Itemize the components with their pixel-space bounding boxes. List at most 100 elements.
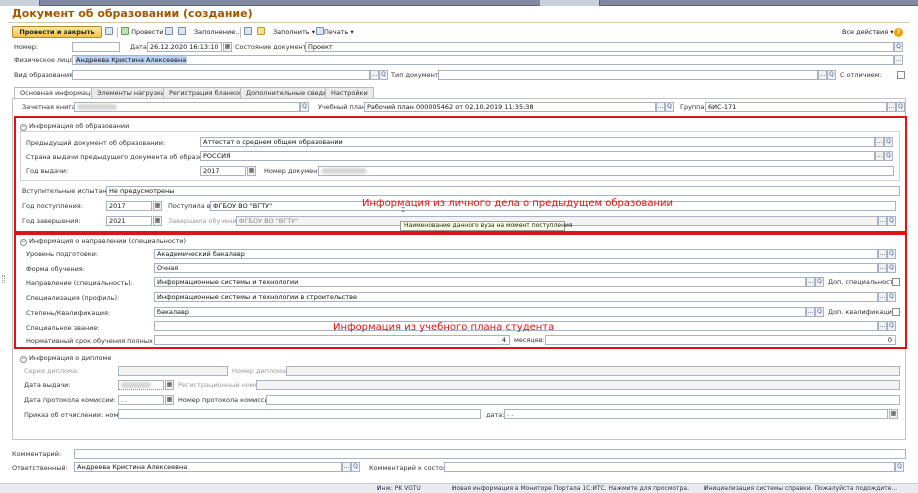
fill-dropdown[interactable]: Заполнить ▾ [273, 27, 315, 38]
country-search-button[interactable]: Q [884, 151, 893, 161]
edu-type-search-button[interactable]: Q [379, 70, 388, 80]
copy-button[interactable] [165, 27, 173, 38]
specialization-search-button[interactable]: Q [887, 292, 896, 302]
graduation-year-field[interactable]: 2021 [106, 216, 152, 226]
report-button[interactable] [244, 27, 252, 38]
comment-field[interactable] [74, 449, 906, 459]
group-field[interactable]: 6ИС-171 [705, 102, 887, 112]
post-and-close-button[interactable]: Провести и закрыть [12, 26, 102, 38]
save-button[interactable] [105, 27, 113, 38]
list-button[interactable] [178, 27, 186, 38]
expulsion-date-field[interactable]: . . [504, 409, 888, 419]
state-comment-field[interactable] [444, 462, 895, 472]
tab-settings[interactable]: Настройки [325, 87, 374, 98]
prev-doc-select-button[interactable]: ... [875, 137, 884, 147]
person-select-button[interactable]: ... [894, 55, 903, 65]
print-dropdown[interactable]: Печать ▾ [316, 27, 354, 38]
state-comment-search-button[interactable]: Q [895, 462, 904, 472]
finished-at-select-button[interactable]: ... [878, 216, 887, 226]
panel-splitter[interactable] [2, 275, 5, 283]
admission-year-calendar-button[interactable]: ▦ [153, 201, 162, 211]
degree-select-button[interactable]: ... [806, 307, 815, 317]
duration-months-field[interactable]: 0 [545, 335, 896, 345]
graduation-year-calendar-button[interactable]: ▦ [153, 216, 162, 226]
doc-state-field[interactable]: Проект [305, 42, 894, 52]
study-plan-field[interactable]: Рабочий план 000005462 от 02.10.2019 11:… [364, 102, 656, 112]
fill-in-button[interactable]: Заполнение... [194, 27, 241, 38]
edu-type-field[interactable] [72, 70, 370, 80]
specialization-field[interactable]: Информационные системы и технологии в ст… [154, 292, 878, 302]
duration-years-field[interactable]: 4 [154, 335, 510, 345]
study-form-field[interactable]: Очная [154, 263, 878, 273]
study-form-search-button[interactable]: Q [887, 263, 896, 273]
study-form-select-button[interactable]: ... [878, 263, 887, 273]
tab-blank-registration[interactable]: Регистрация бланков [163, 87, 249, 98]
responsible-field[interactable]: Андреева Кристина Алексеевна [74, 462, 342, 472]
level-select-button[interactable]: ... [878, 249, 887, 259]
issue-year-field[interactable]: 2017 [200, 166, 246, 176]
extra-qualification-checkbox[interactable] [892, 308, 900, 316]
entrance-exams-field[interactable]: Не предусмотрены [106, 186, 900, 196]
app-tab[interactable] [0, 0, 40, 6]
direction-select-button[interactable]: ... [806, 277, 815, 287]
expulsion-order-number-field[interactable] [118, 409, 481, 419]
doc-type-select-button[interactable]: ... [818, 70, 827, 80]
person-field[interactable]: Андреева Кристина Алексеевна [72, 55, 894, 65]
study-plan-search-button[interactable]: Q [665, 102, 674, 112]
finished-at-search-button[interactable]: Q [887, 216, 896, 226]
issue-date-field[interactable] [118, 380, 164, 390]
direction-search-button[interactable]: Q [815, 277, 824, 287]
issue-year-calendar-button[interactable]: ▦ [247, 166, 256, 176]
expulsion-date-calendar-button[interactable]: ▦ [889, 409, 898, 419]
commission-number-field[interactable] [266, 395, 900, 405]
calendar-button[interactable]: ▦ [223, 42, 232, 52]
app-tab[interactable] [540, 0, 600, 6]
group-search-button[interactable]: Q [896, 102, 905, 112]
reg-number-label: Регистрационный номер: [178, 381, 266, 389]
post-button[interactable]: Провести [121, 27, 163, 38]
user-button[interactable] [257, 27, 265, 38]
degree-search-button[interactable]: Q [815, 307, 824, 317]
diploma-info-group-header[interactable]: − Информация о дипломе [20, 353, 111, 363]
direction-info-group-header[interactable]: − Информация о направлении (специальности… [20, 236, 186, 246]
number-field[interactable] [72, 42, 120, 52]
date-field[interactable]: 26.12.2020 16:13:10 [147, 42, 222, 52]
edu-type-select-button[interactable]: ... [370, 70, 379, 80]
admission-year-field[interactable]: 2017 [106, 201, 152, 211]
help-button[interactable]: ? [894, 27, 903, 38]
all-actions-menu[interactable]: Все действия ▾ [842, 27, 894, 38]
record-book-field[interactable] [74, 102, 300, 112]
study-plan-select-button[interactable]: ... [656, 102, 665, 112]
responsible-select-button[interactable]: ... [342, 462, 351, 472]
doc-type-field[interactable] [438, 70, 818, 80]
commission-date-calendar-button[interactable]: ▦ [165, 395, 174, 405]
doc-number-field[interactable] [318, 166, 894, 176]
specialization-select-button[interactable]: ... [878, 292, 887, 302]
with-distinction-checkbox[interactable] [897, 71, 905, 79]
prev-doc-search-button[interactable]: Q [884, 137, 893, 147]
group-select-button[interactable]: ... [887, 102, 896, 112]
degree-label: Степень/Квалификация: [26, 309, 111, 317]
country-field[interactable]: РОССИЯ [200, 151, 875, 161]
commission-date-field[interactable]: . . [118, 395, 164, 405]
record-book-search-button[interactable]: Q [300, 102, 309, 112]
issue-date-calendar-button[interactable]: ▦ [165, 380, 174, 390]
special-title-select-button[interactable]: ... [878, 321, 887, 331]
reg-number-field[interactable] [256, 380, 900, 390]
level-field[interactable]: Академический бакалавр [154, 249, 878, 259]
level-search-button[interactable]: Q [887, 249, 896, 259]
doc-type-search-button[interactable]: Q [827, 70, 836, 80]
prev-doc-field[interactable]: Аттестат о среднем общем образовании [200, 137, 875, 147]
tab-load-elements[interactable]: Элементы нагрузки [91, 87, 172, 98]
edu-info-group-header[interactable]: − Информация об образовании [20, 121, 129, 131]
country-select-button[interactable]: ... [875, 151, 884, 161]
special-title-search-button[interactable]: Q [887, 321, 896, 331]
degree-field[interactable]: бакалавр [154, 307, 806, 317]
direction-field[interactable]: Информационные системы и технологии [154, 277, 806, 287]
diploma-number-field[interactable] [286, 366, 900, 376]
diploma-series-field[interactable] [118, 366, 228, 376]
doc-state-search-button[interactable]: Q [894, 42, 903, 52]
responsible-search-button[interactable]: Q [351, 462, 360, 472]
copy-icon [165, 27, 173, 35]
extra-specialty-checkbox[interactable] [892, 278, 900, 286]
